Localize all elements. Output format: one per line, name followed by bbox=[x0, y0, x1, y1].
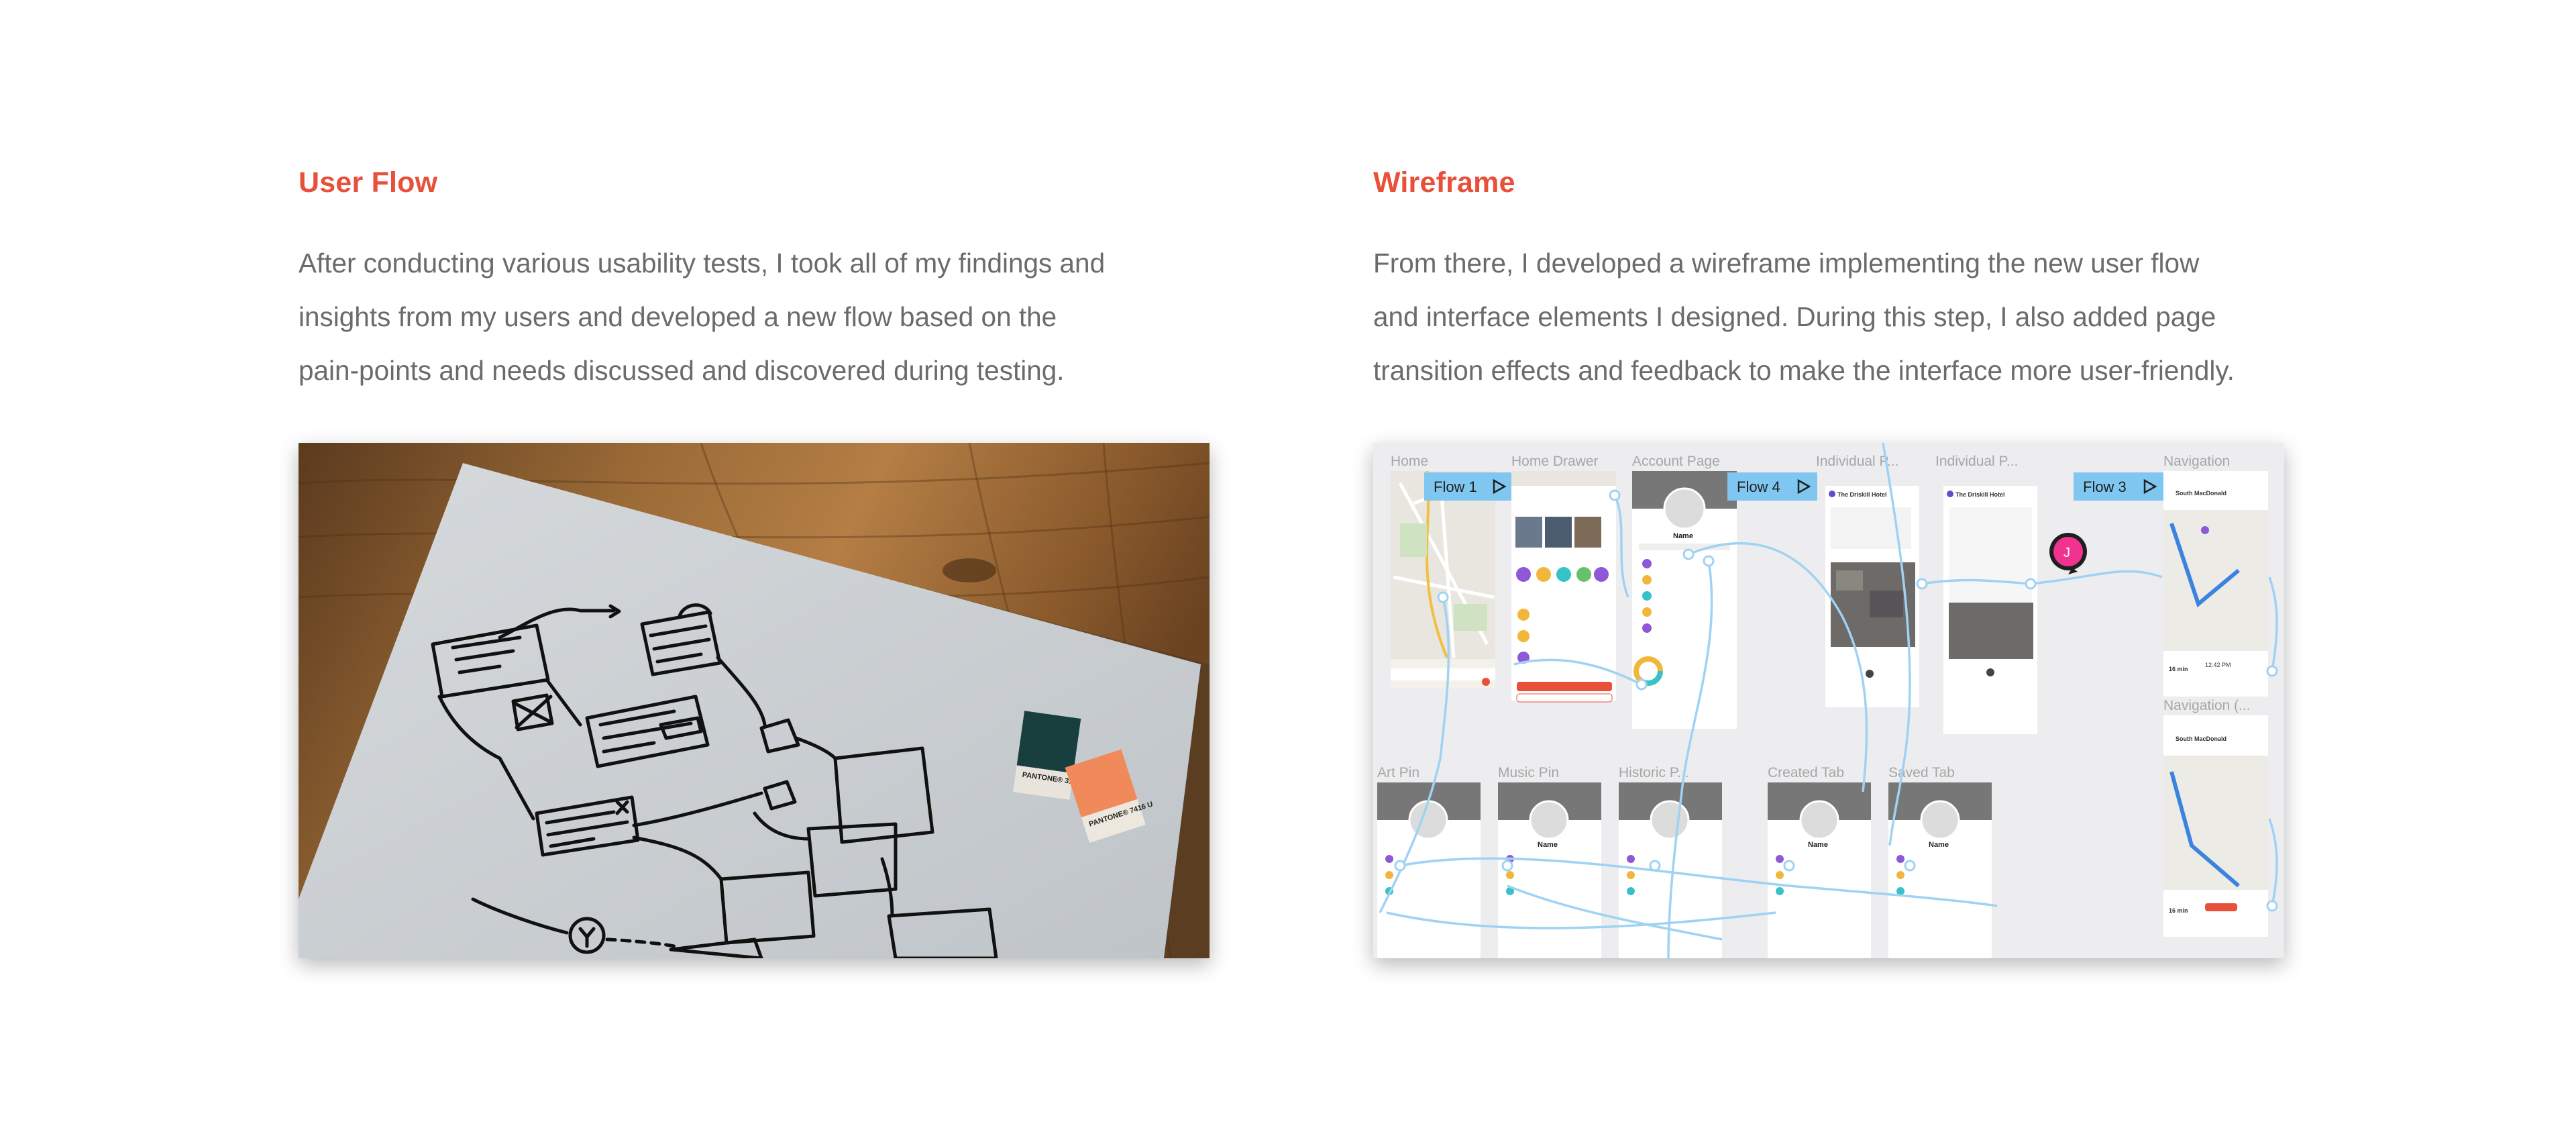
frame-label-individual-2: Individual P... bbox=[1935, 454, 2018, 469]
wireframe-paragraph: From there, I developed a wireframe impl… bbox=[1373, 236, 2306, 397]
navigation-screen-1: South MacDonald 16 min 12:42 PM bbox=[2163, 471, 2268, 697]
wireframe-screenshot: Home Home Drawer Account Page Individual… bbox=[1373, 443, 2284, 958]
hotel-title-1: The Driskill Hotel bbox=[1837, 491, 1887, 498]
user-flow-paragraph: After conducting various usability tests… bbox=[299, 236, 1231, 397]
nav-eta-1: 16 min bbox=[2169, 666, 2188, 672]
sketch-photo-illustration: PANTONE® 3165 U PANTONE® 7416 U bbox=[299, 443, 1210, 958]
flow-3-label: Flow 3 bbox=[2083, 478, 2127, 495]
frame-label-music-pin: Music Pin bbox=[1498, 765, 1559, 780]
flow-3-tag: Flow 3 bbox=[2074, 472, 2163, 501]
frame-label-home: Home bbox=[1391, 454, 1428, 469]
paragraph-line: pain-points and needs discussed and disc… bbox=[299, 355, 1065, 386]
saved-tab-name: Name bbox=[1929, 841, 1949, 849]
frame-label-navigation-2: Navigation (... bbox=[2163, 698, 2251, 713]
individual-page-2: The Driskill Hotel bbox=[1943, 486, 2037, 734]
paragraph-line: and interface elements I designed. Durin… bbox=[1373, 301, 2216, 332]
wireframe-heading: Wireframe bbox=[1373, 166, 1515, 199]
account-name: Name bbox=[1673, 532, 1693, 540]
home-screen bbox=[1391, 470, 1495, 688]
frame-label-art-pin: Art Pin bbox=[1377, 765, 1419, 780]
frame-label-home-drawer: Home Drawer bbox=[1511, 454, 1599, 469]
paragraph-line: From there, I developed a wireframe impl… bbox=[1373, 248, 2200, 278]
hotel-title-2: The Driskill Hotel bbox=[1955, 491, 2005, 498]
frame-label-saved-tab: Saved Tab bbox=[1888, 765, 1955, 780]
nav-eta-2: 16 min bbox=[2169, 907, 2188, 914]
music-pin-name: Name bbox=[1538, 841, 1558, 849]
paragraph-line: After conducting various usability tests… bbox=[299, 248, 1106, 278]
frame-label-created-tab: Created Tab bbox=[1768, 765, 1844, 780]
flow-1-label: Flow 1 bbox=[1434, 478, 1477, 495]
user-flow-heading: User Flow bbox=[299, 166, 438, 199]
paragraph-line: insights from my users and developed a n… bbox=[299, 301, 1057, 332]
frame-label-historic-pin: Historic P... bbox=[1619, 765, 1689, 780]
nav-clock-1: 12:42 PM bbox=[2205, 662, 2231, 668]
navigation-screen-2: South MacDonald 16 min bbox=[2163, 715, 2268, 937]
created-tab-name: Name bbox=[1808, 841, 1828, 849]
paragraph-line: transition effects and feedback to make … bbox=[1373, 355, 2235, 386]
nav-street-2: South MacDonald bbox=[2176, 735, 2226, 742]
frame-label-account-page: Account Page bbox=[1632, 454, 1720, 469]
frame-label-navigation-1: Navigation bbox=[2163, 454, 2230, 469]
flow-4-label: Flow 4 bbox=[1737, 478, 1780, 495]
wireframe-canvas: Home Home Drawer Account Page Individual… bbox=[1373, 443, 2284, 958]
account-page-screen: Name bbox=[1632, 471, 1737, 729]
flow-4-tag: Flow 4 bbox=[1727, 472, 1817, 501]
flow-1-tag: Flow 1 bbox=[1424, 472, 1511, 501]
nav-street-1: South MacDonald bbox=[2176, 490, 2226, 497]
avatar-initial: J bbox=[2063, 546, 2070, 560]
user-flow-sketch-photo: PANTONE® 3165 U PANTONE® 7416 U bbox=[299, 443, 1210, 958]
